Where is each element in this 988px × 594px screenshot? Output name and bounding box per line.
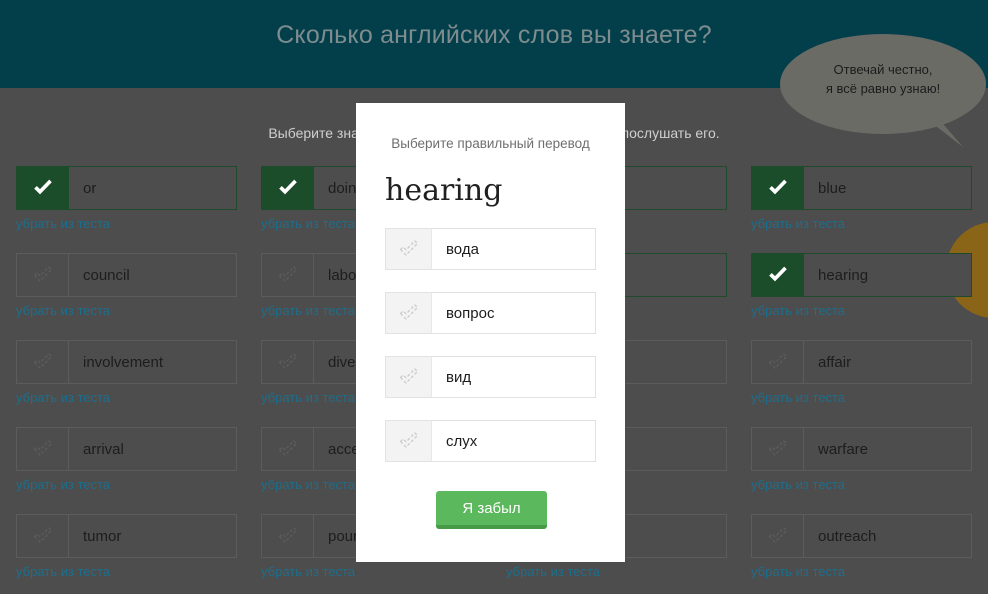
check-outline-icon xyxy=(399,432,418,448)
translation-modal: Выберите правильный перевод hearing вода… xyxy=(356,103,625,562)
bubble-line-1: Отвечай честно, xyxy=(833,62,933,77)
option-label: вода xyxy=(446,240,479,258)
option-check-icon[interactable] xyxy=(386,357,432,397)
translation-option[interactable]: вода xyxy=(385,228,596,270)
option-check-icon[interactable] xyxy=(386,229,432,269)
option-check-icon[interactable] xyxy=(386,293,432,333)
mascot-speech-bubble: Отвечай честно, я всё равно узнаю! xyxy=(778,32,988,147)
check-outline-icon xyxy=(399,240,418,256)
translation-options-list: вода вопрос вид слух xyxy=(385,228,596,484)
check-outline-icon xyxy=(399,304,418,320)
mascot-bubble-text: Отвечай честно, я всё равно узнаю! xyxy=(778,60,988,98)
i-forgot-button[interactable]: Я забыл xyxy=(436,491,547,529)
modal-subtitle: Выберите правильный перевод xyxy=(391,136,590,151)
option-label: вид xyxy=(446,368,472,386)
translation-option[interactable]: вид xyxy=(385,356,596,398)
bubble-line-2: я всё равно узнаю! xyxy=(825,81,941,96)
translation-option[interactable]: слух xyxy=(385,420,596,462)
check-outline-icon xyxy=(399,368,418,384)
modal-question-word: hearing xyxy=(385,173,503,208)
option-label: слух xyxy=(446,432,478,450)
option-label: вопрос xyxy=(446,304,495,322)
option-check-icon[interactable] xyxy=(386,421,432,461)
translation-option[interactable]: вопрос xyxy=(385,292,596,334)
app-root: Выберите знакомые слова. Нажмите на слов… xyxy=(0,0,988,594)
